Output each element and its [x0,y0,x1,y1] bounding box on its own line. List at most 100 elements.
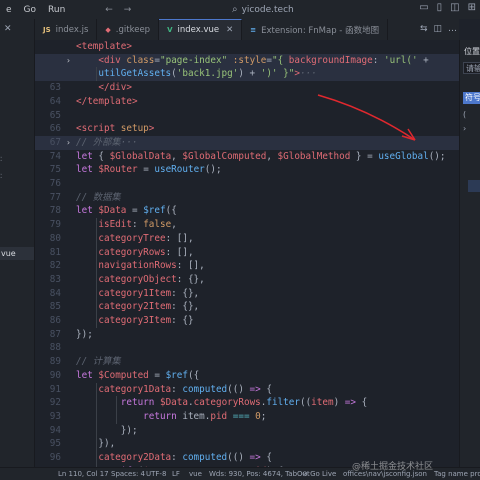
code-line[interactable]: 88 [35,341,459,355]
tab-label: .gitkeep [115,24,151,35]
line-number: 91 [49,383,61,395]
explorer-sidebar: ✕ ː ː vue [0,19,35,467]
line-number: 83 [49,273,61,285]
code-line[interactable]: 95 }), [35,437,459,451]
symbol-button[interactable]: 符号 [463,92,480,104]
code-text: category2Item: {}, [98,301,200,313]
tab-label: index.vue [177,25,220,35]
code-line[interactable]: 82 navigationRows: [], [35,259,459,273]
line-number: 79 [49,219,61,231]
code-line[interactable]: 81 categoryRows: [], [35,246,459,260]
code-text: // 计算集 [76,356,121,368]
code-text: categoryTree: [], [98,232,194,244]
line-number: 89 [49,356,61,368]
extension-icon: ≡ [250,25,257,34]
code-line[interactable]: 78 let $Data = $ref({ [35,204,459,218]
code-line[interactable]: 93 return item.pid === 0; [35,410,459,424]
tab-index-js[interactable]: JS index.js [35,19,98,40]
code-text: categoryRows: [], [98,246,194,258]
code-line[interactable]: 91 category1Data: computed(() => { [35,383,459,397]
sidebar-icon[interactable]: ◫ [450,2,459,13]
tab-gitkeep[interactable]: ◆ .gitkeep [97,19,160,40]
outline-item[interactable]: ( [463,110,466,119]
command-center-search[interactable]: ⌕ yicode.tech [232,3,294,16]
code-line[interactable]: 79 isEdit: false, [35,218,459,232]
tab-extension-fnmap[interactable]: ≡ Extension: FnMap - 函数地图 [242,19,389,40]
line-number: 90 [49,369,61,381]
symbol-search-input[interactable]: 请输 [463,62,480,74]
end-of-line[interactable]: LF [172,468,180,480]
line-number: 78 [49,205,61,217]
indent-guide [116,396,117,424]
code-text: category1Item: {}, [98,287,200,299]
line-number: 93 [49,410,61,422]
language-mode[interactable]: vue [189,468,202,480]
split-editor-icon[interactable]: ◫ [433,24,442,34]
indent-guide [96,218,97,328]
word-count: Wds: 930, Pos: 4674, TabOut [209,470,310,478]
back-arrow-icon[interactable]: ← [101,5,117,15]
fnmap-panel: 位置 请输 符号 ( › [459,40,480,467]
search-icon: ⌕ [232,4,238,15]
code-line[interactable]: 80 categoryTree: [], [35,232,459,246]
explorer-active-file[interactable]: vue [0,247,34,260]
cursor-position[interactable]: Ln 110, Col 17 [58,468,109,480]
tab-label: index.js [55,24,89,35]
editor-tabs: JS index.js ◆ .gitkeep V index.vue ✕ ≡ E… [35,19,459,40]
code-line[interactable]: 87}); [35,328,459,342]
code-text: category3Item: {} [98,315,194,326]
code-text: category2Data: computed(() => { [98,452,272,463]
code-line[interactable]: 83 categoryObject: {}, [35,273,459,287]
indent-spaces[interactable]: Spaces: 4 [111,468,145,480]
code-text: return $Data.categoryRows.filter((item) … [120,397,368,409]
tab-index-vue[interactable]: V index.vue ✕ [159,19,243,40]
indent-guide [96,67,97,82]
compare-icon[interactable]: ⇆ [420,24,428,34]
code-line[interactable]: 89 // 计算集 [35,355,459,369]
go-live-button[interactable]: ⊘ Go Live [302,468,336,480]
code-text: }); [76,424,138,436]
line-number: 95 [49,438,61,450]
menu-edit[interactable]: e [0,5,18,15]
line-number: 96 [49,452,61,463]
menu-run[interactable]: Run [42,5,71,15]
panel-icon[interactable]: ▯ [437,2,443,13]
close-editors-icon[interactable]: ✕ [4,24,12,34]
line-number: 81 [49,246,61,258]
tab-label: Extension: FnMap - 函数地图 [261,25,380,36]
code-line[interactable]: 92 return $Data.categoryRows.filter((ite… [35,396,459,410]
indent-guide [96,382,97,467]
menu-go[interactable]: Go [18,5,42,15]
file-encoding[interactable]: UTF-8 [146,468,166,480]
code-text: category1Data: computed(() => { [98,383,272,395]
code-line[interactable]: 90 let $Computed = $ref({ [35,369,459,383]
code-line[interactable]: 85 category2Item: {}, [35,300,459,314]
js-file-icon: JS [43,25,51,34]
layout-icon[interactable]: ▭ [419,2,428,13]
line-number: 92 [49,397,61,409]
forward-arrow-icon[interactable]: → [120,5,136,15]
close-tab-icon[interactable]: ✕ [226,25,233,35]
line-number: 82 [49,260,61,272]
nav-arrows: ← → [101,5,135,15]
code-line[interactable]: 84 category1Item: {}, [35,287,459,301]
line-number: 80 [49,232,61,244]
layout-controls: ▭ ▯ ◫ ⊞ [419,2,476,13]
line-number: 88 [49,342,61,354]
line-number: 85 [49,301,61,313]
more-actions-icon[interactable]: … [448,24,457,34]
outline-selected-item[interactable] [468,180,480,192]
customize-layout-icon[interactable]: ⊞ [468,2,476,13]
code-line[interactable]: 94 }); [35,424,459,438]
code-text: isEdit: false, [98,219,177,231]
code-text: let $Data = $ref({ [76,205,177,217]
code-text: let $Computed = $ref({ [76,369,200,381]
code-editor[interactable]: 97 if ($Data.category1Item.id) {96 categ… [35,40,459,467]
outline-item[interactable]: › [463,124,466,133]
annotation-arrow [317,94,416,141]
tree-marker: ː [0,171,3,180]
status-tag-info: Tag name prop [434,470,480,478]
code-line[interactable]: 86 category3Item: {} [35,314,459,328]
watermark: @稀土掘金技术社区 [352,462,434,472]
search-label: yicode.tech [241,4,294,15]
